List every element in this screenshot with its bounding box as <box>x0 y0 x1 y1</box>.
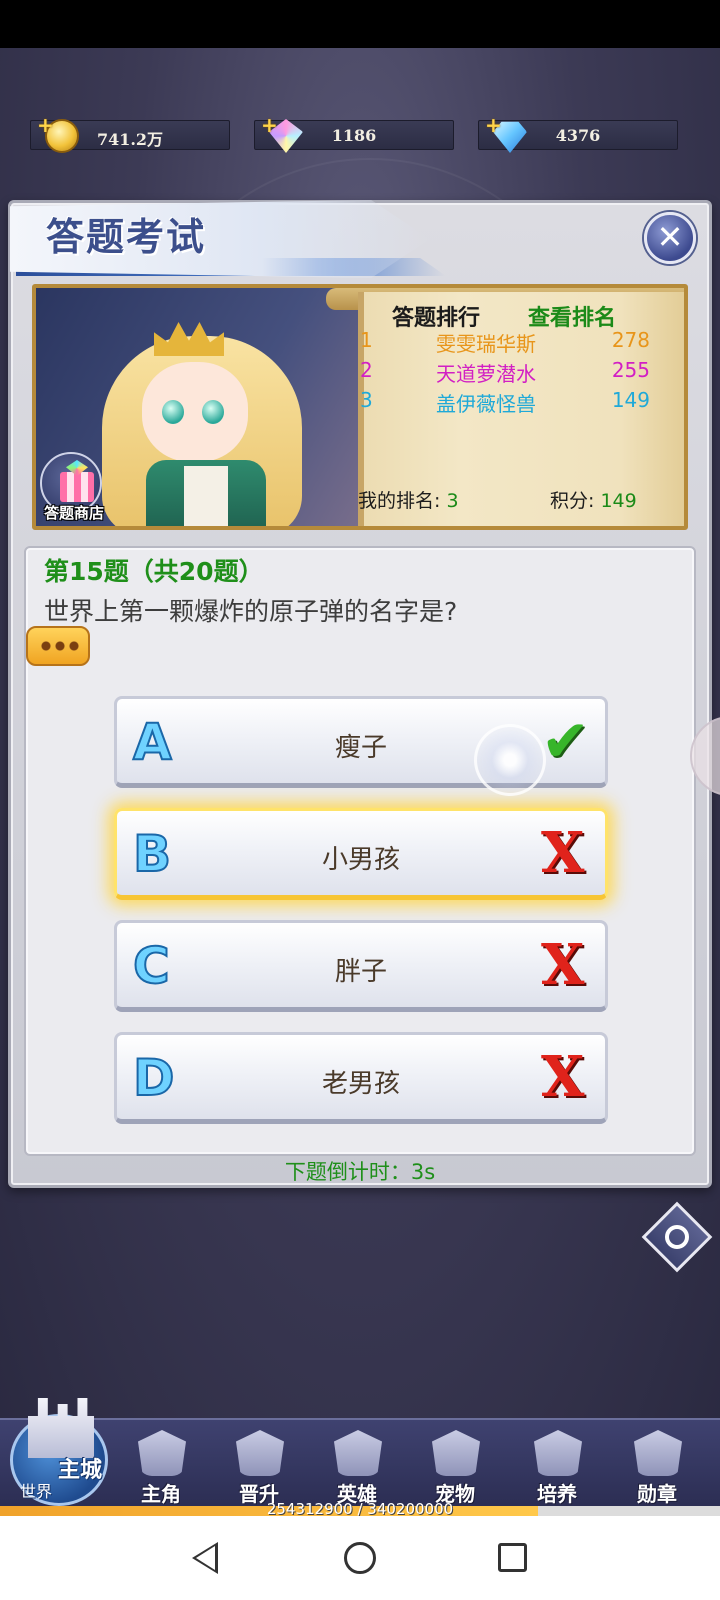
castle-icon <box>28 1398 94 1458</box>
rank-name: 雯雯瑞华斯 <box>436 332 536 356</box>
my-rank-label: 我的排名: <box>358 490 441 512</box>
rank-score: 278 <box>611 328 650 352</box>
gold-resource[interactable]: + 741.2万 <box>30 113 230 153</box>
hero-eye <box>202 400 224 424</box>
hero-eye <box>162 400 184 424</box>
rank-number: 1 <box>360 328 373 352</box>
home-icon[interactable] <box>344 1542 376 1574</box>
ranking-row: 3 盖伊薇怪兽 149 <box>360 388 650 416</box>
wrong-x-icon: X <box>541 932 585 998</box>
system-nav-bar <box>0 1516 720 1600</box>
my-score-value: 149 <box>600 490 637 512</box>
training-icon <box>534 1430 582 1476</box>
gem-resource[interactable]: + 1186 <box>254 113 454 153</box>
ellipsis-icon <box>40 640 80 652</box>
check-icon: ✔ <box>541 707 590 775</box>
option-text: 胖子 <box>334 957 387 987</box>
promotion-icon <box>236 1430 284 1476</box>
option-text: 老男孩 <box>321 1069 400 1099</box>
chat-bubble-icon[interactable] <box>26 626 90 666</box>
my-rank: 我的排名: 3 <box>358 486 459 513</box>
nav-item-pets[interactable]: 宠物 <box>410 1426 500 1506</box>
helmet-icon <box>334 1430 382 1476</box>
close-icon: ✕ <box>656 218 684 256</box>
nav-item-medals[interactable]: 勋章 <box>612 1426 702 1506</box>
rank-number: 3 <box>360 388 373 412</box>
nav-item-heroes[interactable]: 英雄 <box>312 1426 402 1506</box>
rank-name: 盖伊薇怪兽 <box>436 392 536 416</box>
option-c-button[interactable]: C 胖子 X <box>114 920 608 1012</box>
nav-item-protagonist[interactable]: 主角 <box>116 1426 206 1506</box>
my-rank-value: 3 <box>446 490 459 512</box>
hero-chest <box>184 466 228 526</box>
diamond-value: 4376 <box>555 126 601 145</box>
shop-label: 答题商店 <box>43 504 104 522</box>
wrong-x-icon: X <box>541 1044 585 1110</box>
gem-value: 1186 <box>331 126 377 145</box>
quiz-shop-button[interactable]: 答题商店 <box>36 452 108 522</box>
question-text: 世界上第一颗爆炸的原子弹的名字是? <box>44 597 458 626</box>
diamond-resource[interactable]: + 4376 <box>478 113 678 153</box>
option-text: 小男孩 <box>321 845 400 875</box>
my-score: 积分: 149 <box>550 486 637 513</box>
panel-title: 答题考试 <box>46 214 207 259</box>
close-button[interactable]: ✕ <box>644 212 696 264</box>
wrong-x-icon: X <box>541 820 585 886</box>
rank-name: 天道萝潜水 <box>436 362 536 386</box>
main-city-label: 主城 <box>58 1457 103 1483</box>
eye-icon <box>665 1225 689 1249</box>
rank-score: 149 <box>611 388 650 412</box>
ranking-row: 2 天道萝潜水 255 <box>360 358 650 386</box>
sparkle-effect <box>474 724 546 796</box>
medal-icon <box>634 1430 682 1476</box>
recent-apps-icon[interactable] <box>498 1543 527 1572</box>
rank-score: 255 <box>611 358 650 382</box>
question-number: 第15题（共20题） <box>44 557 264 586</box>
hero-face <box>142 362 248 462</box>
hero-portrait <box>76 296 316 526</box>
status-bar <box>0 0 720 48</box>
nav-item-training[interactable]: 培养 <box>512 1426 602 1506</box>
ranking-row: 1 雯雯瑞华斯 278 <box>360 328 650 356</box>
next-question-countdown: 下题倒计时：3s <box>284 1160 436 1184</box>
my-score-label: 积分: <box>550 490 595 512</box>
gold-value: 741.2万 <box>96 130 164 149</box>
pet-icon <box>432 1430 480 1476</box>
shop-stall-icon <box>60 472 94 502</box>
world-label: 世界 <box>20 1482 53 1501</box>
option-b-button[interactable]: B 小男孩 X <box>114 808 608 900</box>
protagonist-icon <box>138 1430 186 1476</box>
nav-item-promotion[interactable]: 晋升 <box>214 1426 304 1506</box>
back-icon[interactable] <box>192 1542 218 1574</box>
option-d-button[interactable]: D 老男孩 X <box>114 1032 608 1124</box>
rank-number: 2 <box>360 358 373 382</box>
main-city-button[interactable]: 主城 世界 <box>6 1384 110 1508</box>
